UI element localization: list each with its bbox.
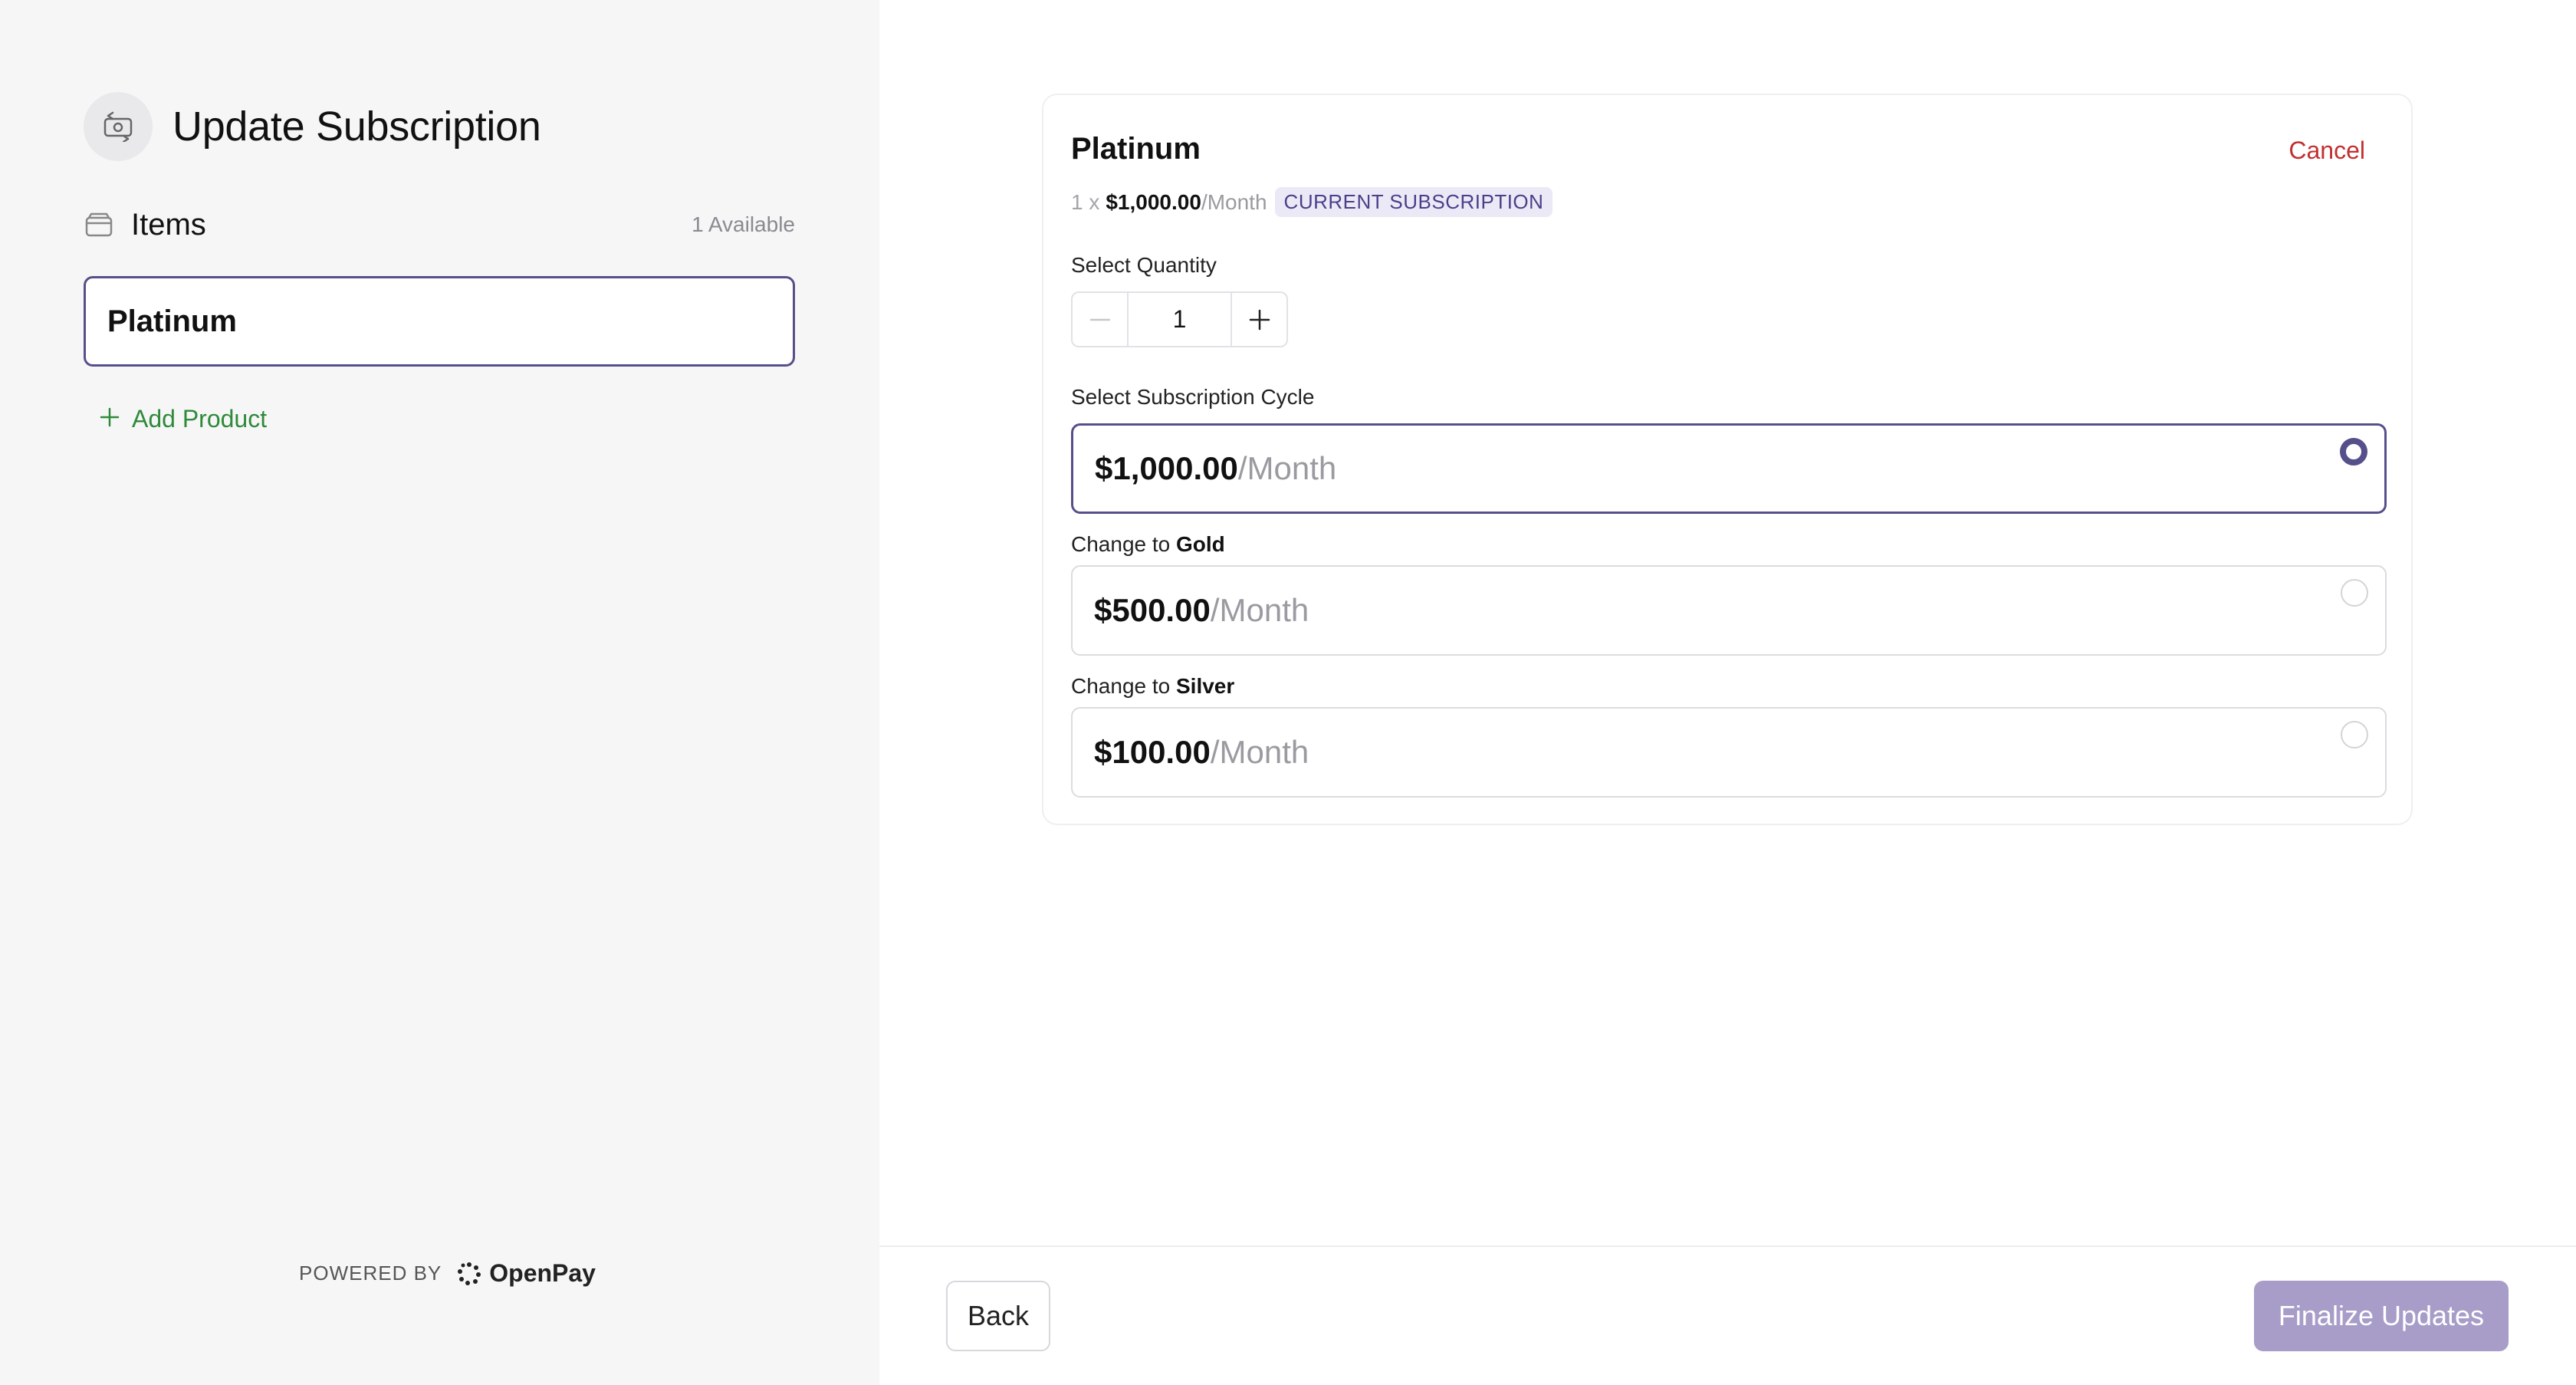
option-period: /Month — [1237, 450, 1337, 486]
openpay-logo: OpenPay — [457, 1259, 596, 1288]
summary-period: /Month — [1201, 189, 1267, 214]
option-price: $100.00 — [1094, 734, 1211, 770]
option-period: /Month — [1210, 734, 1309, 770]
increment-button[interactable] — [1230, 293, 1286, 346]
product-name: Platinum — [107, 304, 237, 338]
cancel-button[interactable]: Cancel — [2288, 137, 2365, 165]
cycle-option-gold[interactable]: $500.00 /Month — [1071, 565, 2387, 656]
decrement-button[interactable] — [1073, 293, 1129, 346]
product-card-platinum[interactable]: Platinum — [84, 276, 795, 367]
radio-unselected[interactable] — [2341, 721, 2368, 748]
subscription-swap-icon — [84, 92, 153, 161]
current-subscription-badge: CURRENT SUBSCRIPTION — [1274, 187, 1553, 217]
change-to-silver-label: Change to Silver — [1071, 674, 1234, 699]
subscription-summary: 1 x $1,000.00 /Month CURRENT SUBSCRIPTIO… — [1071, 187, 1553, 217]
change-to-gold-label: Change to Gold — [1071, 532, 1225, 557]
finalize-updates-button[interactable]: Finalize Updates — [2254, 1281, 2509, 1351]
items-available-count: 1 Available — [692, 212, 795, 236]
cycle-option-platinum[interactable]: $1,000.00 /Month — [1071, 423, 2387, 514]
left-panel: Update Subscription Items 1 Available Pl… — [0, 0, 879, 1385]
cycle-option-silver[interactable]: $100.00 /Month — [1071, 707, 2387, 798]
change-plan: Silver — [1176, 674, 1235, 698]
quantity-value[interactable]: 1 — [1129, 293, 1230, 346]
add-product-label: Add Product — [132, 405, 268, 433]
plan-name: Platinum — [1071, 132, 1201, 166]
option-period: /Month — [1210, 592, 1309, 628]
radio-selected[interactable] — [2340, 438, 2367, 466]
minus-icon — [1089, 318, 1110, 321]
powered-by-label: POWERED BY — [299, 1262, 442, 1285]
quantity-stepper: 1 — [1071, 291, 1288, 347]
change-prefix: Change to — [1071, 674, 1171, 698]
page-title: Update Subscription — [172, 104, 541, 150]
items-label: Items — [131, 207, 206, 242]
back-button[interactable]: Back — [946, 1281, 1050, 1351]
summary-price: $1,000.00 — [1106, 189, 1201, 214]
plus-icon — [1249, 309, 1270, 330]
items-header: Items 1 Available — [84, 206, 795, 244]
box-icon — [84, 211, 114, 239]
option-price: $500.00 — [1094, 592, 1211, 628]
subscription-card: Platinum Cancel 1 x $1,000.00 /Month CUR… — [1042, 94, 2413, 825]
change-plan: Gold — [1176, 532, 1225, 556]
footer-divider — [879, 1245, 2576, 1247]
openpay-logo-icon — [458, 1262, 481, 1285]
summary-quantity: 1 x — [1071, 189, 1100, 214]
plus-icon — [100, 407, 120, 431]
cycle-label: Select Subscription Cycle — [1071, 385, 1315, 409]
quantity-label: Select Quantity — [1071, 253, 1217, 277]
radio-unselected[interactable] — [2341, 579, 2368, 607]
add-product-button[interactable]: Add Product — [100, 405, 267, 433]
brand-name: OpenPay — [489, 1259, 596, 1287]
powered-by: POWERED BY OpenPay — [299, 1259, 596, 1288]
option-price: $1,000.00 — [1095, 450, 1238, 486]
change-prefix: Change to — [1071, 532, 1171, 556]
header: Update Subscription — [84, 92, 541, 161]
